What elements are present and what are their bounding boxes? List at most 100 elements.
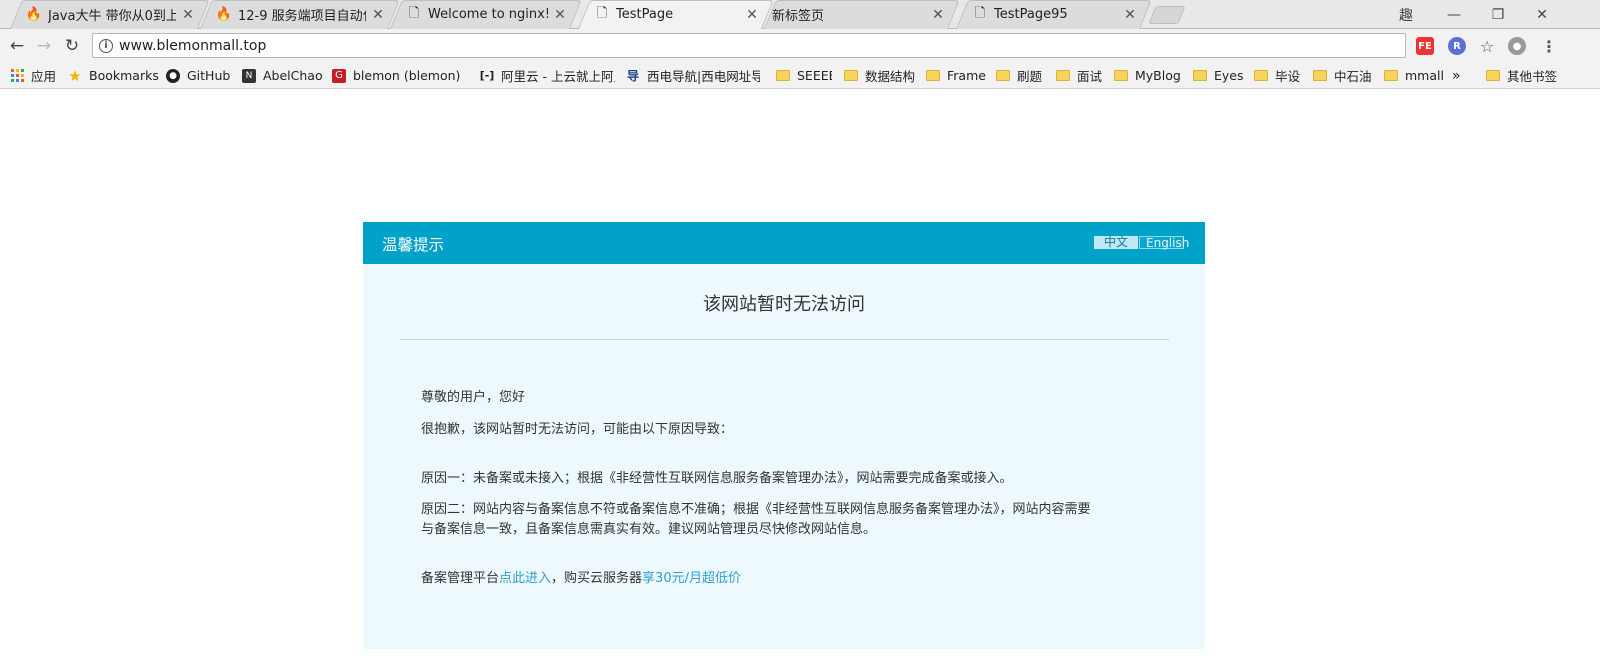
- back-arrow-icon[interactable]: ←: [6, 35, 28, 57]
- bookmark-folder-graduation-project[interactable]: 毕设: [1254, 62, 1304, 89]
- bookmark-label: mmall: [1405, 68, 1444, 83]
- bookmark-label: blemon (blemon) -: [353, 68, 464, 83]
- star-icon: ★: [68, 66, 82, 85]
- page-icon: 🗋: [596, 5, 608, 21]
- bookmark-abelchao[interactable]: N AbelChao: [242, 62, 326, 89]
- browser-toolbar: ← → ↻ i www.blemonmall.top FE R ☆ ● ⋮: [0, 29, 1600, 62]
- header-title: 温馨提示: [382, 236, 445, 254]
- folder-icon: [1313, 69, 1327, 83]
- notice-header: 温馨提示 中文 English: [363, 222, 1205, 264]
- reason-two-line1: 原因二：网站内容与备案信息不符或备案信息不准确；根据《非经营性互联网信息服务备案…: [421, 502, 1091, 517]
- tab-title: Welcome to nginx!: [428, 7, 548, 22]
- new-tab-button[interactable]: [1148, 6, 1186, 24]
- bookmark-other-bookmarks[interactable]: 其他书签: [1486, 62, 1598, 89]
- bookmark-label: 面试: [1077, 69, 1103, 84]
- close-icon[interactable]: ✕: [180, 7, 196, 23]
- bookmark-folder-mmall[interactable]: mmall: [1384, 62, 1446, 89]
- bookmark-label: 刷题: [1017, 69, 1043, 84]
- bookmark-label: MyBlog: [1135, 68, 1181, 83]
- folder-icon: [926, 69, 940, 83]
- tab-new-tab[interactable]: 新标签页 ✕: [758, 0, 954, 29]
- reload-icon[interactable]: ↻: [61, 35, 83, 57]
- bookmark-label: 应用: [31, 69, 57, 84]
- bookmark-folder-eyes[interactable]: Eyes: [1193, 62, 1247, 89]
- bookmark-github[interactable]: ● GitHub: [166, 62, 236, 89]
- page-icon: 🗋: [974, 5, 986, 21]
- tab-testpage95[interactable]: 🗋 TestPage95 ✕: [950, 0, 1146, 29]
- close-icon[interactable]: ✕: [744, 7, 760, 23]
- url-text: www.blemonmall.top: [119, 37, 267, 54]
- bookmark-folder-seeee[interactable]: SEEEE: [776, 62, 832, 89]
- footer-prefix: 备案管理平台: [421, 571, 500, 586]
- bookmark-label: 数据结构: [865, 69, 916, 84]
- bookmark-folder-data-structures[interactable]: 数据结构: [844, 62, 916, 89]
- notice-card: 温馨提示 中文 English 该网站暂时无法访问 尊敬的用户，您好 很抱歉，该…: [363, 222, 1205, 649]
- folder-icon: [1486, 69, 1500, 83]
- tab-testpage[interactable]: 🗋 TestPage ✕: [572, 0, 768, 29]
- close-icon[interactable]: ✕: [930, 7, 946, 23]
- tab-title: 新标签页: [772, 9, 825, 24]
- tab-title: 12-9 服务端项目自动化发: [238, 9, 366, 24]
- address-bar[interactable]: i www.blemonmall.top: [92, 33, 1406, 58]
- folder-icon: [776, 69, 790, 83]
- tab-server-automation[interactable]: 🔥 12-9 服务端项目自动化发 ✕: [194, 0, 394, 29]
- gitee-icon: G: [332, 68, 346, 83]
- fire-icon: 🔥: [25, 7, 43, 22]
- tab-java[interactable]: 🔥 Java大牛 带你从0到上线 ✕: [4, 0, 204, 29]
- bookmark-folder-interview[interactable]: 面试: [1056, 62, 1106, 89]
- folder-icon: [1384, 69, 1398, 83]
- enter-filing-platform-link[interactable]: 点此进入: [499, 571, 551, 586]
- globe-extension-icon[interactable]: ●: [1508, 37, 1526, 55]
- info-icon[interactable]: i: [99, 38, 113, 53]
- bookmark-label: 中石油: [1334, 69, 1372, 84]
- footer-line: 备案管理平台点此进入，购买云服务器享30元/月超低价: [421, 569, 741, 589]
- cloud-server-offer-link[interactable]: 享30元/月超低价: [642, 571, 741, 586]
- close-icon[interactable]: ✕: [370, 7, 386, 23]
- ime-indicator[interactable]: 趣: [1392, 0, 1420, 29]
- bookmarks-bar: 应用 ★ Bookmarks ● GitHub N AbelChao G ble…: [0, 62, 1600, 89]
- lang-chinese-button[interactable]: 中文: [1094, 236, 1138, 249]
- bookmark-folder-sinopec[interactable]: 中石油: [1313, 62, 1375, 89]
- menu-icon[interactable]: ⋮: [1540, 37, 1558, 56]
- bookmark-label: AbelChao: [263, 68, 323, 83]
- react-extension-icon[interactable]: R: [1448, 37, 1466, 55]
- greeting-text: 尊敬的用户，您好: [421, 390, 526, 405]
- close-window-button[interactable]: ✕: [1528, 0, 1556, 29]
- folder-icon: [1193, 69, 1207, 83]
- bookmark-apps[interactable]: 应用: [10, 62, 62, 89]
- fire-icon: 🔥: [215, 7, 233, 22]
- page-icon: 🗋: [408, 5, 420, 21]
- bookmark-gitee[interactable]: G blemon (blemon) -: [332, 62, 464, 89]
- page-title: 该网站暂时无法访问: [703, 294, 865, 315]
- more-bookmarks-chevron[interactable]: »: [1452, 62, 1466, 89]
- lang-english-button[interactable]: English: [1139, 236, 1189, 250]
- folder-icon: [1254, 69, 1268, 83]
- reason-two-line2: 与备案信息一致，且备案信息需真实有效。建议网站管理员尽快修改网站信息。: [421, 522, 877, 537]
- footer-middle: ，购买云服务器: [551, 571, 643, 586]
- folder-icon: [1114, 69, 1128, 83]
- forward-arrow-icon[interactable]: →: [33, 35, 55, 57]
- bookmark-folder-frame[interactable]: Frame: [926, 62, 986, 89]
- bookmark-folder-myblog[interactable]: MyBlog: [1114, 62, 1184, 89]
- tab-nginx[interactable]: 🗋 Welcome to nginx! ✕: [384, 0, 576, 29]
- star-bookmark-icon[interactable]: ☆: [1478, 37, 1496, 56]
- bookmark-label: 西电导航|西电网址导: [647, 69, 760, 84]
- bookmark-label: 其他书签: [1507, 69, 1558, 84]
- folder-icon: [844, 69, 858, 83]
- apps-icon: [10, 69, 24, 83]
- minimize-button[interactable]: —: [1440, 0, 1468, 29]
- aliyun-icon: [-]: [480, 69, 495, 82]
- fe-extension-icon[interactable]: FE: [1416, 37, 1434, 55]
- bookmark-bookmarks[interactable]: ★ Bookmarks: [68, 62, 160, 89]
- close-icon[interactable]: ✕: [552, 7, 568, 23]
- tab-title: TestPage95: [994, 7, 1068, 22]
- close-icon[interactable]: ✕: [1122, 7, 1138, 23]
- restore-button[interactable]: ❐: [1484, 0, 1512, 29]
- bookmark-xidian[interactable]: 导 西电导航|西电网址导: [626, 62, 760, 89]
- bookmark-folder-leetcode[interactable]: 刷题: [996, 62, 1046, 89]
- divider: [400, 339, 1169, 340]
- tab-title: Java大牛 带你从0到上线: [48, 9, 176, 24]
- folder-icon: [1056, 69, 1070, 83]
- bookmark-aliyun[interactable]: [-] 阿里云 - 上云就上阿里: [480, 62, 615, 89]
- bookmark-label: 阿里云 - 上云就上阿里: [501, 69, 615, 84]
